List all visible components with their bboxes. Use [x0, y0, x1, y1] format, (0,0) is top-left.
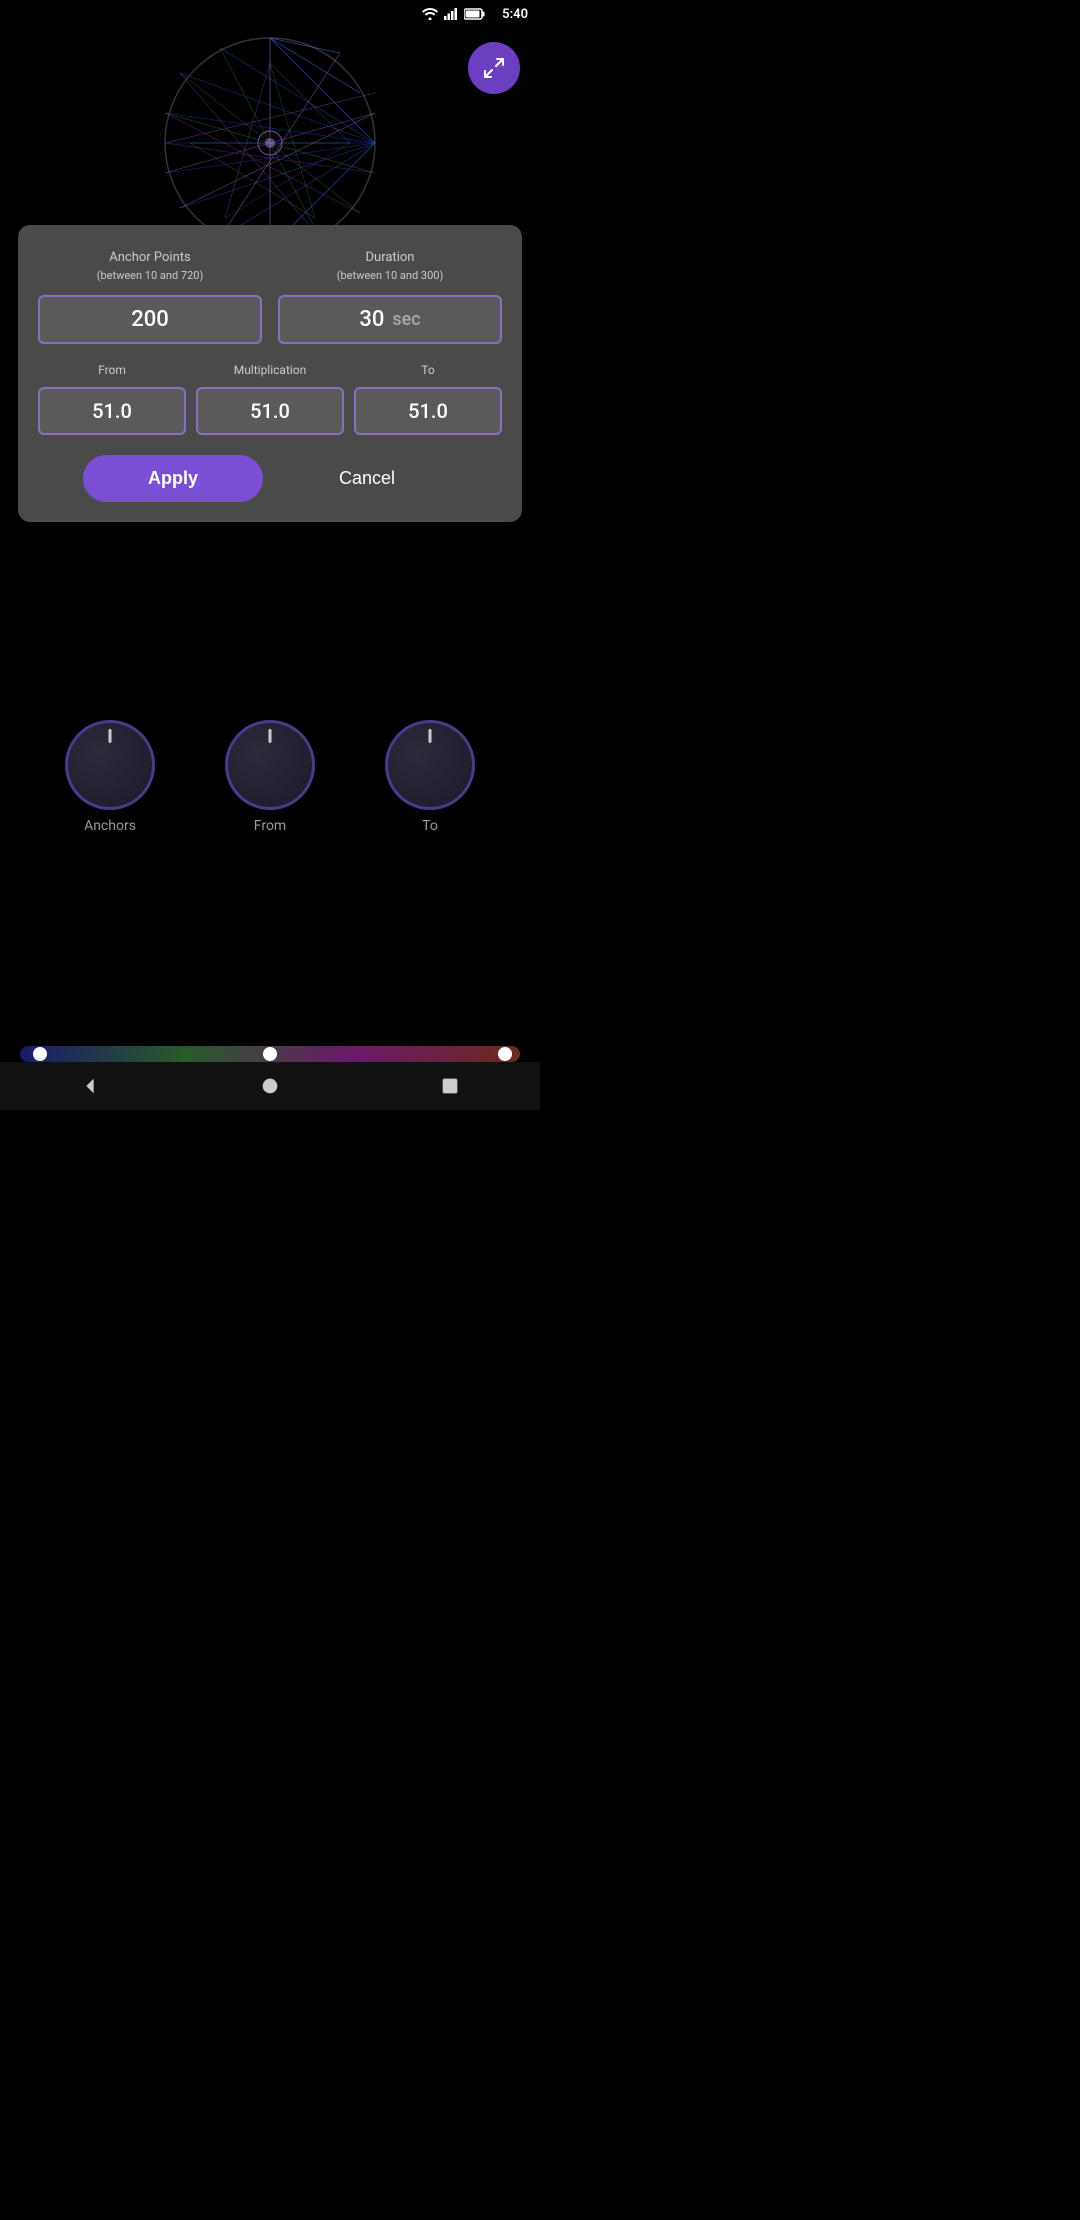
- color-slider[interactable]: [20, 1046, 520, 1062]
- signal-icon: [444, 8, 458, 20]
- home-button[interactable]: [240, 1066, 300, 1106]
- anchors-knob[interactable]: [65, 720, 155, 810]
- modal-row-1: Anchor Points (between 10 and 720) 200 D…: [38, 249, 502, 344]
- recents-icon: [439, 1075, 461, 1097]
- modal-buttons: Apply Cancel: [38, 455, 502, 502]
- to-knob-label: To: [422, 818, 438, 834]
- navigation-bar: [0, 1062, 540, 1110]
- anchors-knob-indicator: [109, 729, 112, 743]
- to-knob-container: To: [385, 720, 475, 834]
- duration-input[interactable]: 30 sec: [278, 295, 502, 344]
- anchor-points-label: Anchor Points (between 10 and 720): [97, 249, 204, 285]
- recents-button[interactable]: [420, 1066, 480, 1106]
- slider-dot-right: [498, 1047, 512, 1061]
- knobs-section: Anchors From To: [0, 720, 540, 834]
- color-slider-container: [20, 1046, 520, 1062]
- from-knob-label: From: [254, 818, 286, 834]
- battery-icon: [464, 8, 486, 20]
- to-label: To: [421, 362, 434, 379]
- slider-dot-center: [263, 1047, 277, 1061]
- expand-icon: [482, 56, 506, 80]
- settings-modal: Anchor Points (between 10 and 720) 200 D…: [18, 225, 522, 522]
- wifi-icon: [422, 8, 438, 20]
- slider-dot-left: [33, 1047, 47, 1061]
- from-knob-container: From: [225, 720, 315, 834]
- apply-button[interactable]: Apply: [83, 455, 263, 502]
- from-knob[interactable]: [225, 720, 315, 810]
- multiplication-input[interactable]: 51.0: [196, 387, 344, 435]
- to-col: To 51.0: [354, 362, 502, 435]
- from-input[interactable]: 51.0: [38, 387, 186, 435]
- status-time: 5:40: [502, 7, 528, 22]
- duration-label: Duration (between 10 and 300): [337, 249, 444, 285]
- cancel-button[interactable]: Cancel: [277, 455, 457, 502]
- multiplication-col: Multiplication 51.0: [196, 362, 344, 435]
- circle-visualization: [160, 33, 380, 253]
- to-knob[interactable]: [385, 720, 475, 810]
- to-input[interactable]: 51.0: [354, 387, 502, 435]
- modal-row-2: From 51.0 Multiplication 51.0 To 51.0: [38, 362, 502, 435]
- from-col: From 51.0: [38, 362, 186, 435]
- anchors-knob-container: Anchors: [65, 720, 155, 834]
- status-bar: 5:40: [0, 0, 540, 28]
- to-knob-indicator: [429, 729, 432, 743]
- back-button[interactable]: [60, 1066, 120, 1106]
- multiplication-label: Multiplication: [234, 362, 307, 379]
- duration-col: Duration (between 10 and 300) 30 sec: [278, 249, 502, 344]
- status-icons: 5:40: [422, 7, 528, 22]
- home-icon: [259, 1075, 281, 1097]
- anchors-knob-label: Anchors: [84, 818, 136, 834]
- visualization-area: [0, 28, 540, 258]
- anchor-points-input[interactable]: 200: [38, 295, 262, 344]
- back-icon: [79, 1075, 101, 1097]
- from-label: From: [98, 362, 126, 379]
- expand-button[interactable]: [468, 42, 520, 94]
- from-knob-indicator: [269, 729, 272, 743]
- anchor-points-col: Anchor Points (between 10 and 720) 200: [38, 249, 262, 344]
